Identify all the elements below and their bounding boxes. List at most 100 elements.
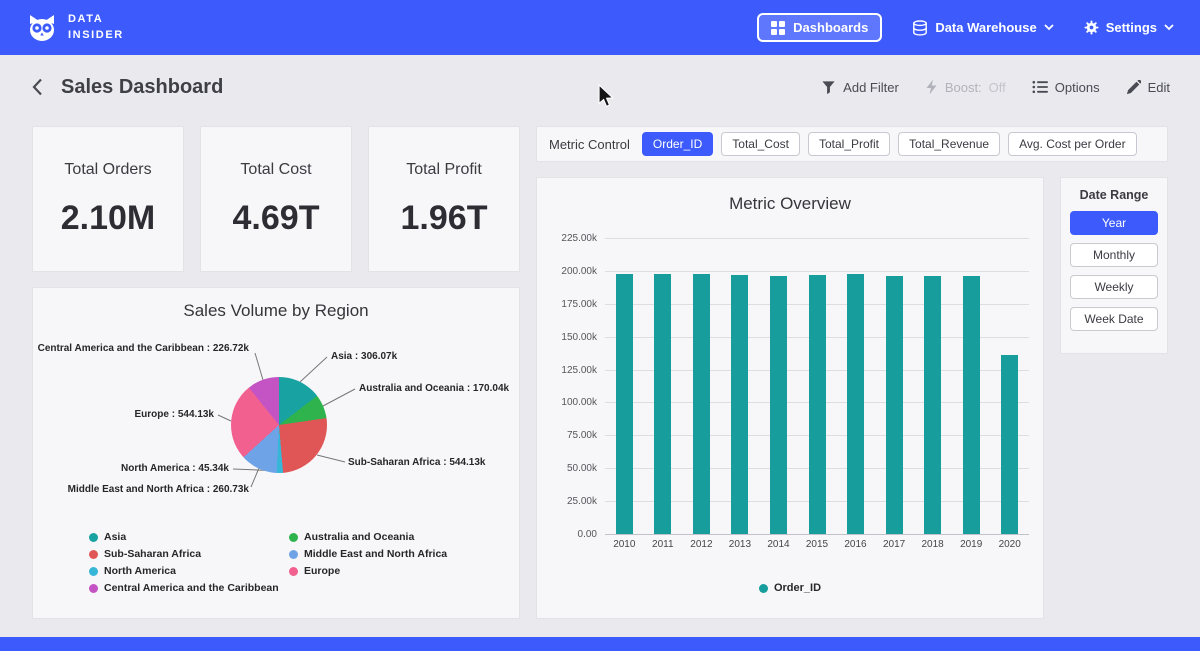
date-range-button-weekly[interactable]: Weekly bbox=[1070, 275, 1158, 299]
pie-slice-label-asia: Asia : 306.07k bbox=[331, 351, 397, 362]
legend-item-middle-east-and-north-africa[interactable]: Middle East and North Africa bbox=[289, 548, 447, 560]
bar-legend-dot bbox=[759, 584, 768, 593]
back-button[interactable] bbox=[30, 76, 45, 98]
metric-button-total-profit[interactable]: Total_Profit bbox=[808, 132, 890, 156]
header-actions: Add Filter Boost: Off Options bbox=[821, 79, 1170, 95]
kpi-value: 1.96T bbox=[401, 199, 488, 238]
gridline bbox=[605, 534, 1029, 535]
brand-line2: INSIDER bbox=[68, 28, 124, 43]
legend-label: North America bbox=[104, 565, 176, 577]
x-tick-label: 2019 bbox=[951, 539, 991, 550]
x-tick-label: 2014 bbox=[759, 539, 799, 550]
brand-line1: DATA bbox=[68, 12, 124, 27]
bar-2016[interactable] bbox=[847, 274, 864, 534]
bar-2013[interactable] bbox=[731, 275, 748, 534]
y-tick-label: 75.00k bbox=[553, 430, 597, 441]
pie-circle[interactable] bbox=[231, 377, 327, 473]
legend-label: Sub-Saharan Africa bbox=[104, 548, 201, 560]
kpi-card-total-profit: Total Profit 1.96T bbox=[368, 126, 520, 272]
chevron-left-icon bbox=[32, 78, 43, 96]
legend-item-north-america[interactable]: North America bbox=[89, 565, 289, 577]
legend-label: Asia bbox=[104, 531, 126, 543]
app-root: DATA INSIDER Dashboards bbox=[0, 0, 1200, 619]
bar-2014[interactable] bbox=[770, 276, 787, 535]
bar-2018[interactable] bbox=[924, 276, 941, 535]
bar-2011[interactable] bbox=[654, 274, 671, 535]
metric-button-total-revenue[interactable]: Total_Revenue bbox=[898, 132, 1000, 156]
kpi-label: Total Profit bbox=[406, 161, 482, 179]
x-tick-label: 2017 bbox=[874, 539, 914, 550]
metric-button-avg-cost-per-order[interactable]: Avg. Cost per Order bbox=[1008, 132, 1137, 156]
bar-2010[interactable] bbox=[616, 274, 633, 534]
kpi-label: Total Orders bbox=[64, 161, 151, 179]
pie-slice-label-australia-and-oceania: Australia and Oceania : 170.04k bbox=[359, 383, 509, 394]
bar-y-axis: 0.0025.00k50.00k75.00k100.00k125.00k150.… bbox=[553, 238, 597, 534]
bar-2020[interactable] bbox=[1001, 355, 1018, 534]
bar-chart-legend[interactable]: Order_ID bbox=[553, 582, 1027, 594]
settings-menu[interactable]: Settings bbox=[1084, 20, 1174, 35]
legend-dot bbox=[89, 533, 98, 542]
legend-item-europe[interactable]: Europe bbox=[289, 565, 447, 577]
metric-button-total-cost[interactable]: Total_Cost bbox=[721, 132, 800, 156]
bottom-bar bbox=[0, 637, 1200, 651]
metric-button-order-id[interactable]: Order_ID bbox=[642, 132, 713, 156]
date-range-button-monthly[interactable]: Monthly bbox=[1070, 243, 1158, 267]
options-button[interactable]: Options bbox=[1032, 80, 1100, 95]
legend-item-australia-and-oceania[interactable]: Australia and Oceania bbox=[289, 531, 447, 543]
dashboards-button[interactable]: Dashboards bbox=[757, 13, 882, 42]
add-filter-button[interactable]: Add Filter bbox=[821, 80, 899, 95]
dashboards-label: Dashboards bbox=[793, 20, 868, 35]
chevron-down-icon bbox=[1164, 24, 1174, 31]
kpi-value: 4.69T bbox=[233, 199, 320, 238]
y-tick-label: 50.00k bbox=[553, 463, 597, 474]
chevron-down-icon bbox=[1044, 24, 1054, 31]
legend-item-asia[interactable]: Asia bbox=[89, 531, 289, 543]
bar-chart-title: Metric Overview bbox=[553, 194, 1027, 214]
legend-item-central-america-and-the-caribbean[interactable]: Central America and the Caribbean bbox=[89, 582, 289, 594]
y-tick-label: 175.00k bbox=[553, 299, 597, 310]
legend-label: Central America and the Caribbean bbox=[104, 582, 279, 594]
legend-dot bbox=[89, 584, 98, 593]
x-tick-label: 2010 bbox=[604, 539, 644, 550]
edit-label: Edit bbox=[1148, 80, 1170, 95]
pie-slice-label-north-america: North America : 45.34k bbox=[121, 463, 229, 474]
date-range-button-week-date[interactable]: Week Date bbox=[1070, 307, 1158, 331]
legend-dot bbox=[289, 567, 298, 576]
owl-logo-icon bbox=[26, 13, 58, 43]
bar-2019[interactable] bbox=[963, 276, 980, 534]
date-range-button-year[interactable]: Year bbox=[1070, 211, 1158, 235]
pie-slice-label-sub-saharan-africa: Sub-Saharan Africa : 544.13k bbox=[348, 457, 485, 468]
gridline bbox=[605, 271, 1029, 272]
legend-label: Australia and Oceania bbox=[304, 531, 414, 543]
options-label: Options bbox=[1055, 80, 1100, 95]
brand[interactable]: DATA INSIDER bbox=[26, 12, 124, 43]
bar-2015[interactable] bbox=[809, 275, 826, 534]
kpi-row: Total Orders 2.10M Total Cost 4.69T Tota… bbox=[32, 126, 520, 272]
charts-row: Metric Overview 0.0025.00k50.00k75.00k10… bbox=[536, 177, 1168, 619]
bar-2012[interactable] bbox=[693, 274, 710, 535]
page-header: Sales Dashboard Add Filter Boost: Off bbox=[0, 55, 1200, 119]
date-range-label: Date Range bbox=[1070, 188, 1158, 202]
y-tick-label: 150.00k bbox=[553, 332, 597, 343]
pie-area: Asia : 306.07k Australia and Oceania : 17… bbox=[33, 321, 519, 529]
pie-chart-card: Sales Volume by Region Asia : 306.07kAus… bbox=[32, 287, 520, 619]
settings-label: Settings bbox=[1106, 20, 1157, 35]
x-tick-label: 2015 bbox=[797, 539, 837, 550]
boost-toggle[interactable]: Boost: Off bbox=[925, 79, 1006, 95]
edit-button[interactable]: Edit bbox=[1126, 80, 1170, 95]
bar-legend-label: Order_ID bbox=[774, 582, 821, 594]
pie-slice-label-europe: Europe : 544.13k bbox=[135, 409, 214, 420]
bar-2017[interactable] bbox=[886, 276, 903, 535]
legend-item-sub-saharan-africa[interactable]: Sub-Saharan Africa bbox=[89, 548, 289, 560]
metric-control-bar: Metric Control Order_IDTotal_CostTotal_P… bbox=[536, 126, 1168, 162]
kpi-card-total-orders: Total Orders 2.10M bbox=[32, 126, 184, 272]
data-warehouse-menu[interactable]: Data Warehouse bbox=[912, 20, 1053, 36]
date-range-card: Date Range Year Monthly Weekly Week Date bbox=[1060, 177, 1168, 354]
dashboards-grid-icon bbox=[771, 21, 785, 35]
data-warehouse-label: Data Warehouse bbox=[935, 20, 1036, 35]
boost-label: Boost: bbox=[945, 80, 982, 95]
x-tick-label: 2020 bbox=[990, 539, 1030, 550]
legend-dot bbox=[89, 567, 98, 576]
options-list-icon bbox=[1032, 80, 1048, 94]
x-tick-label: 2013 bbox=[720, 539, 760, 550]
